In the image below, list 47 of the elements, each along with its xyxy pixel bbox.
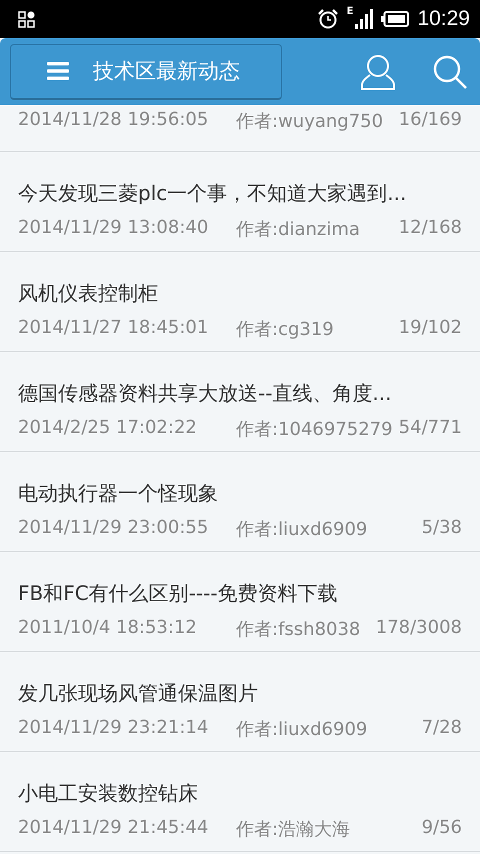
alarm-icon [316,8,339,30]
post-item[interactable]: 德国传感器资料共享大放送--直线、角度... 2014/2/25 17:02:22 作者:1046975279 54/771 [0,352,480,452]
signal-icon [355,9,374,29]
post-date: 2014/11/27 18:45:01 [18,317,210,340]
post-date: 2014/11/29 23:21:14 [18,717,210,740]
post-date: 2014/2/25 17:02:22 [18,417,198,440]
post-count: 12/168 [398,217,462,240]
post-title: 德国传感器资料共享大放送--直线、角度... [18,380,393,407]
post-title: 小电工安装数控钻床 [18,780,199,807]
post-item[interactable]: 发几张现场风管通保温图片 2014/11/29 23:21:14 作者:liuxd6909 7/28 [0,652,480,752]
post-title: FB和FC有什么区别----免费资料下载 [18,580,339,607]
post-item[interactable]: 小电工安装数控钻床 2014/11/29 21:45:44 作者:浩瀚大海 9/56 [0,752,480,852]
post-author: 作者:dianzima [236,218,361,241]
post-author: 作者:wuyang750 [236,110,384,133]
post-author: 作者:cg319 [236,318,335,341]
apps-icon [18,10,35,28]
post-count: 178/3008 [376,617,462,640]
post-item[interactable]: 风机仪表控制柜 2014/11/27 18:45:01 作者:cg319 19/102 [0,252,480,352]
post-date: 2014/11/28 19:56:05 [18,109,210,132]
post-count: 19/102 [398,317,462,340]
post-count: 7/28 [422,717,462,740]
post-author: 作者:浩瀚大海 [236,818,352,841]
profile-button[interactable] [360,52,396,90]
network-type: E [346,6,354,17]
post-date: 2014/11/29 23:00:55 [18,517,210,540]
post-date: 2011/10/4 18:53:12 [18,617,198,640]
post-author: 作者:liuxd6909 [236,518,368,541]
post-date: 2014/11/29 13:08:40 [18,217,210,240]
clock-time: 10:29 [417,7,470,31]
post-author: 作者:liuxd6909 [236,718,368,741]
post-author: 作者:fssh8038 [236,618,362,641]
post-count: 9/56 [422,817,462,840]
post-item[interactable]: 今天发现三菱plc一个事，不知道大家遇到... 2014/11/29 13:08:40 作者:dianzima 12/168 [0,152,480,252]
post-author: 作者:1046975279 [236,418,394,441]
post-date: 2014/11/29 21:45:44 [18,817,210,840]
post-item[interactable]: FB和FC有什么区别----免费资料下载 2011/10/4 18:53:12 作者:fssh8038 178/3008 [0,552,480,652]
post-title: 发几张现场风管通保温图片 [18,680,259,707]
post-title: 风机仪表控制柜 [18,280,159,307]
post-item[interactable]: 电动执行器一个怪现象 2014/11/29 23:00:55 作者:liuxd6909 5/38 [0,452,480,552]
post-count: 16/169 [398,109,462,132]
post-title: 电动执行器一个怪现象 [18,480,219,507]
post-count: 54/771 [398,417,462,440]
post-count: 5/38 [422,517,462,540]
search-button[interactable] [432,54,468,90]
post-title: 今天发现三菱plc一个事，不知道大家遇到... [18,180,408,207]
battery-icon [381,11,410,27]
menu-icon [47,62,69,80]
